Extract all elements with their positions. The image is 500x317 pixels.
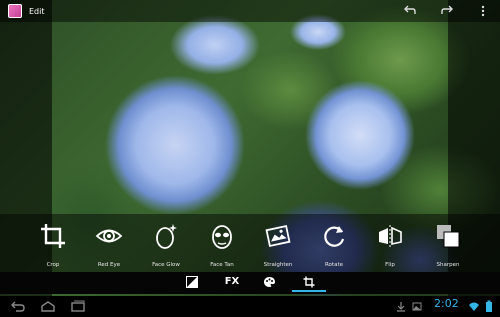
eye-icon xyxy=(95,222,123,250)
tool-label: Rotate xyxy=(324,262,343,268)
tool-straighten[interactable]: Straighten xyxy=(250,222,306,268)
crop-category-icon[interactable] xyxy=(302,276,316,290)
app-icon[interactable] xyxy=(8,4,22,18)
download-icon xyxy=(396,298,406,312)
undo-icon[interactable] xyxy=(403,4,417,18)
tools-bar: Crop Red Eye Face Glow Face Tan Straight… xyxy=(0,214,500,272)
redo-icon[interactable] xyxy=(440,4,454,18)
tool-label: Red Eye xyxy=(97,262,121,268)
back-icon[interactable] xyxy=(10,298,26,312)
overflow-menu-icon[interactable] xyxy=(476,4,490,18)
fx-category[interactable]: FX xyxy=(222,276,242,290)
photo-notification-icon xyxy=(412,298,422,311)
wifi-icon xyxy=(468,298,480,311)
tool-label: Crop xyxy=(46,262,60,268)
battery-icon xyxy=(484,298,494,312)
tool-rotate[interactable]: Rotate xyxy=(306,222,362,268)
flip-icon xyxy=(376,222,404,250)
tool-flip[interactable]: Flip xyxy=(362,222,418,268)
tool-face-glow[interactable]: Face Glow xyxy=(138,222,194,268)
category-bar: FX xyxy=(0,272,500,294)
face-glow-icon xyxy=(152,222,180,250)
selected-category-indicator xyxy=(292,290,326,292)
rotate-icon xyxy=(320,222,348,250)
tool-red-eye[interactable]: Red Eye xyxy=(81,222,137,268)
palette-category-icon[interactable] xyxy=(262,276,276,290)
home-icon[interactable] xyxy=(40,298,56,312)
tool-label: Sharpen xyxy=(436,262,460,268)
crop-icon xyxy=(39,222,67,250)
tool-label: Face Tan xyxy=(210,262,234,268)
page-title: Edit xyxy=(29,6,45,16)
tool-face-tan[interactable]: Face Tan xyxy=(194,222,250,268)
clock: 2:02 xyxy=(434,297,459,310)
tool-label: Flip xyxy=(385,262,395,268)
straighten-icon xyxy=(264,222,292,250)
tool-label: Face Glow xyxy=(152,262,180,268)
recent-apps-icon[interactable] xyxy=(70,298,86,312)
adjust-category-icon[interactable] xyxy=(185,276,199,290)
tool-label: Straighten xyxy=(263,262,293,268)
tool-sharpen[interactable]: Sharpen xyxy=(420,222,476,268)
system-bar: 2:02 xyxy=(0,296,500,313)
action-bar: Edit xyxy=(0,0,500,22)
face-tan-icon xyxy=(208,222,236,250)
sharpen-icon xyxy=(434,222,462,250)
tool-crop[interactable]: Crop xyxy=(25,222,81,268)
